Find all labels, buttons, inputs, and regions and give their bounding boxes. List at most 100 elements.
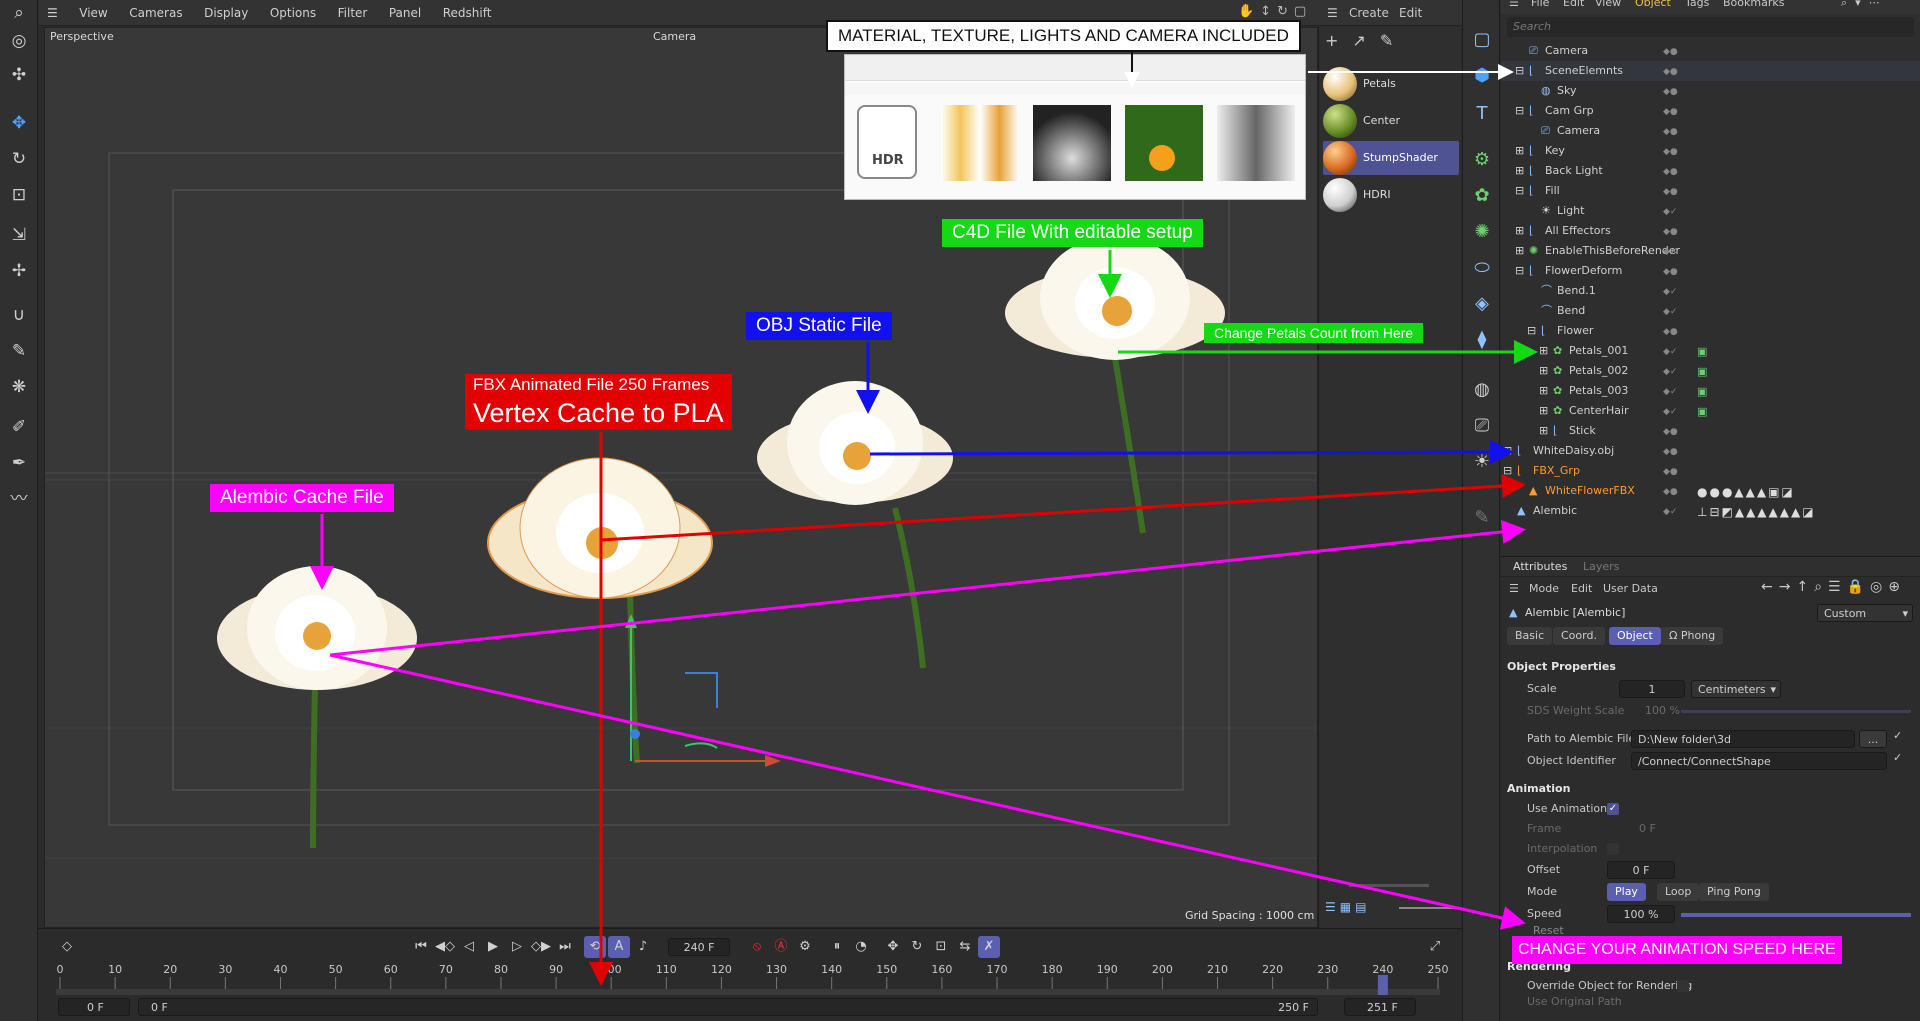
object-row-flowerdeform[interactable]: ⊟ ⌊ FlowerDeform bbox=[1501, 261, 1920, 281]
object-row-back-light[interactable]: ⊞ ⌊ Back Light bbox=[1501, 161, 1920, 181]
hamburger-icon[interactable]: ☰ bbox=[1509, 582, 1519, 595]
attr-menu-edit[interactable]: Edit bbox=[1571, 582, 1592, 595]
scale-tool-icon[interactable]: ⊡ bbox=[6, 182, 32, 208]
deformer-icon[interactable]: ⬭ bbox=[1468, 254, 1496, 282]
object-row-bend1[interactable]: ⌒ Bend.1 bbox=[1501, 281, 1920, 301]
autokey-icon[interactable]: Ⓐ bbox=[770, 936, 792, 958]
effector-icon[interactable]: ✺ bbox=[1468, 218, 1496, 246]
key-settings-icon[interactable]: ⚙ bbox=[794, 936, 816, 958]
object-row-fill[interactable]: ⊟ ⌊ Fill bbox=[1501, 181, 1920, 201]
selection-icon[interactable]: ◎ bbox=[6, 28, 32, 54]
tag-column[interactable]: ▣ ▣ ▣ ▣ bbox=[1697, 342, 1707, 422]
playback-rate-icon[interactable]: A bbox=[608, 936, 630, 958]
tab-layers[interactable]: Layers bbox=[1583, 560, 1619, 573]
speed-field[interactable]: 100 % bbox=[1607, 905, 1675, 923]
tab-attributes[interactable]: Attributes bbox=[1513, 560, 1567, 573]
go-to-start-icon[interactable]: ⏮ bbox=[410, 936, 432, 958]
text-icon[interactable]: T bbox=[1468, 100, 1496, 128]
object-row-fbx-grp[interactable]: ⊟ ⌊ FBX_Grp bbox=[1501, 461, 1920, 481]
expand-icon[interactable]: ⊟ bbox=[1515, 261, 1524, 281]
subtab-basic[interactable]: Basic bbox=[1507, 627, 1553, 645]
camera-icon[interactable]: ⎚ bbox=[1468, 412, 1496, 440]
subtab-phong[interactable]: Ω Phong bbox=[1661, 627, 1724, 645]
object-row-enable-before-render[interactable]: ⊞ ✺ EnableThisBeforeRender bbox=[1501, 241, 1920, 261]
attr-nav-icons[interactable]: ←→↑⌕☰🔒◎⊕ bbox=[1761, 579, 1906, 595]
motion-icon[interactable]: ◔ bbox=[850, 936, 872, 958]
expand-icon[interactable]: ⊞ bbox=[1539, 421, 1548, 441]
mode-pingpong-button[interactable]: Ping Pong bbox=[1699, 883, 1769, 901]
end-frame-field[interactable]: 251 F bbox=[1344, 998, 1416, 1016]
material-center[interactable]: Center bbox=[1323, 104, 1459, 138]
menu-panel[interactable]: Panel bbox=[380, 0, 430, 26]
expand-icon[interactable]: ⊞ bbox=[1515, 161, 1524, 181]
offset-field[interactable]: 0 F bbox=[1607, 861, 1675, 879]
mat-menu-edit[interactable]: Edit bbox=[1399, 6, 1422, 20]
search-icon[interactable]: ⌕ bbox=[6, 0, 32, 26]
paint-icon[interactable]: ❋ bbox=[6, 374, 32, 400]
cube-icon[interactable]: ▢ bbox=[1468, 26, 1496, 54]
preset-dropdown[interactable]: Custom ▾ bbox=[1817, 604, 1913, 622]
position-key-icon[interactable]: ✥ bbox=[882, 936, 904, 958]
use-animation-checkbox[interactable]: ✓ bbox=[1607, 803, 1619, 815]
object-row-key[interactable]: ⊞ ⌊ Key bbox=[1501, 141, 1920, 161]
light-icon[interactable]: ☀ bbox=[1468, 448, 1496, 476]
spline-icon[interactable]: ⧫ bbox=[1468, 326, 1496, 354]
sketch-icon[interactable]: 〰 bbox=[6, 486, 32, 512]
sound-icon[interactable]: ♪ bbox=[632, 936, 654, 958]
magnet-icon[interactable]: ∪ bbox=[6, 302, 32, 328]
object-row-bend[interactable]: ⌒ Bend bbox=[1501, 301, 1920, 321]
hamburger-icon[interactable]: ☰ bbox=[38, 0, 67, 26]
object-row-all-effectors[interactable]: ⊞ ⌊ All Effectors bbox=[1501, 221, 1920, 241]
current-frame-field[interactable]: 240 F bbox=[668, 938, 730, 956]
pen-icon[interactable]: ✎ bbox=[1468, 504, 1496, 532]
next-frame-icon[interactable]: ▷ bbox=[506, 936, 528, 958]
object-row-sky[interactable]: ◍ Sky bbox=[1501, 81, 1920, 101]
expand-icon[interactable]: ⊞ bbox=[1515, 221, 1524, 241]
expand-icon[interactable]: ⊞ bbox=[1515, 141, 1524, 161]
object-identifier-field[interactable]: /Connect/ConnectShape bbox=[1631, 752, 1887, 770]
material-hdri[interactable]: HDRI bbox=[1323, 178, 1459, 212]
viewport-nav-icons[interactable]: ✋↕↻▢ bbox=[1238, 4, 1312, 19]
go-to-end-icon[interactable]: ⏭ bbox=[554, 936, 576, 958]
expand-icon[interactable]: ⊞ bbox=[1539, 381, 1548, 401]
object-row-stick[interactable]: ⊞ ⌊ Stick bbox=[1501, 421, 1920, 441]
alembic-tags-row[interactable]: ⊥⊟◩▲▲▲▲▲▲◪ bbox=[1697, 502, 1816, 522]
point-level-icon[interactable]: ✗ bbox=[978, 936, 1000, 958]
om-menu-file[interactable]: File bbox=[1531, 0, 1549, 9]
attr-menu-userdata[interactable]: User Data bbox=[1603, 582, 1658, 595]
expand-icon[interactable]: ⊟ bbox=[1527, 321, 1536, 341]
transform-icon[interactable]: ⇲ bbox=[6, 222, 32, 248]
om-menu-edit[interactable]: Edit bbox=[1563, 0, 1584, 9]
material-scrollbar[interactable] bbox=[1349, 884, 1429, 887]
mode-loop-button[interactable]: Loop bbox=[1657, 883, 1700, 901]
knife-icon[interactable]: ✎ bbox=[6, 338, 32, 364]
om-menu-view[interactable]: View bbox=[1595, 0, 1621, 9]
cloner-icon[interactable]: ✿ bbox=[1468, 182, 1496, 210]
expand-icon[interactable]: ⊟ bbox=[1515, 101, 1524, 121]
hamburger-icon[interactable]: ☰ bbox=[1509, 0, 1519, 9]
spline-pen-icon[interactable]: ✒ bbox=[6, 450, 32, 476]
play-icon[interactable]: ▶ bbox=[482, 936, 504, 958]
generator-icon[interactable]: ⚙ bbox=[1468, 146, 1496, 174]
browse-button[interactable]: ... bbox=[1859, 730, 1887, 748]
object-row-petals-001[interactable]: ⊞ ✿ Petals_001 bbox=[1501, 341, 1920, 361]
menu-options[interactable]: Options bbox=[261, 0, 325, 26]
override-render-checkbox[interactable] bbox=[1677, 980, 1689, 992]
playhead[interactable] bbox=[1377, 975, 1388, 995]
material-stumpshader[interactable]: StumpShader bbox=[1323, 141, 1459, 175]
rotate-tool-icon[interactable]: ↻ bbox=[6, 146, 32, 172]
object-row-cam-grp[interactable]: ⊟ ⌊ Cam Grp bbox=[1501, 101, 1920, 121]
expand-icon[interactable]: ⊟ bbox=[1515, 61, 1524, 81]
object-row-camera-child[interactable]: ⎚ Camera bbox=[1501, 121, 1920, 141]
interpolation-checkbox[interactable] bbox=[1607, 843, 1619, 855]
object-row-petals-003[interactable]: ⊞ ✿ Petals_003 bbox=[1501, 381, 1920, 401]
material-petals[interactable]: Petals bbox=[1323, 67, 1459, 101]
scale-field[interactable]: 1 bbox=[1619, 680, 1685, 698]
menu-view[interactable]: View bbox=[70, 0, 116, 26]
expand-icon[interactable]: ⊞ bbox=[1539, 341, 1548, 361]
sds-weight-slider[interactable] bbox=[1681, 710, 1911, 713]
object-row-centerhair[interactable]: ⊞ ✿ CenterHair bbox=[1501, 401, 1920, 421]
material-tool-icons[interactable]: +↗✎ bbox=[1325, 31, 1407, 50]
menu-display[interactable]: Display bbox=[195, 0, 257, 26]
menu-filter[interactable]: Filter bbox=[329, 0, 377, 26]
